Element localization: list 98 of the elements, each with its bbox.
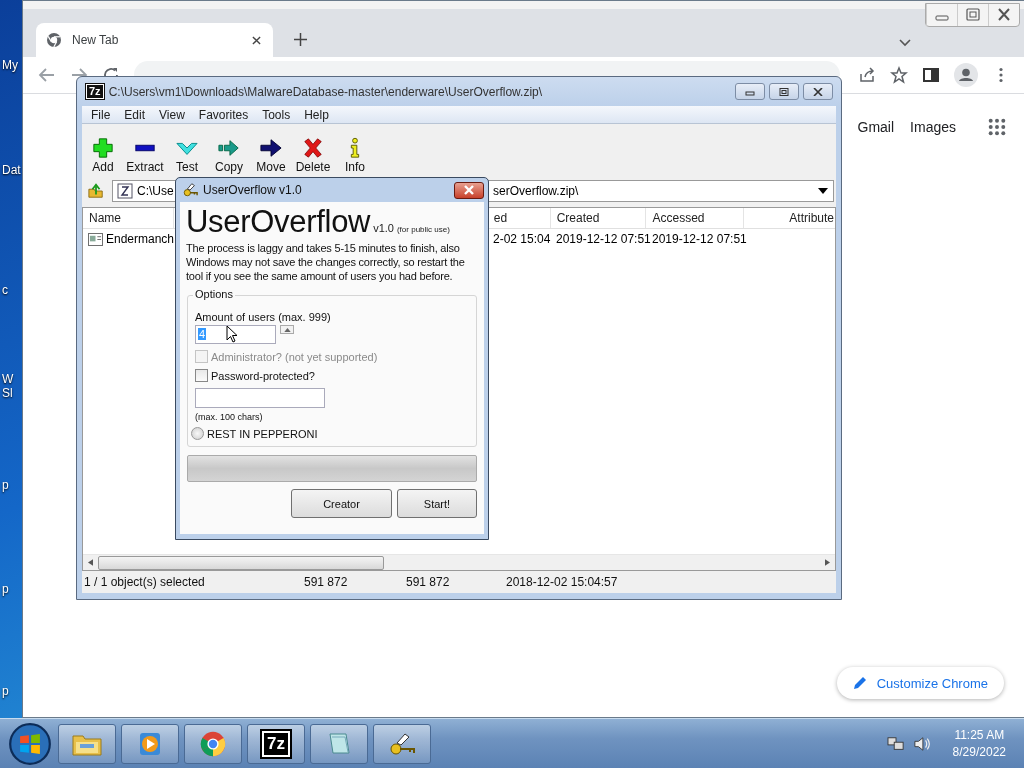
close-icon [812,87,824,96]
toolbar-button[interactable]: Delete [292,137,334,174]
chevron-down-icon[interactable] [899,39,911,47]
password-field[interactable] [195,388,325,408]
side-panel-icon[interactable] [922,66,940,84]
toolbar-button[interactable]: Move [250,137,292,174]
scroll-left-icon[interactable] [88,559,93,566]
desktop-icon-label[interactable]: Dat [2,163,21,177]
close-icon[interactable] [252,35,261,45]
desktop-icon-label[interactable]: Sl [2,386,13,400]
chrome-logo-icon [46,32,62,48]
triangle-up-icon [283,327,291,332]
column-header[interactable]: Name [83,208,174,228]
close-icon [463,185,475,195]
file-icon [88,232,103,246]
network-icon[interactable] [886,735,905,752]
status-bar-text: 2018-12-02 15:04:57 [505,575,619,589]
desktop-icon-label[interactable]: W [2,372,14,386]
taskbar-button[interactable] [184,723,242,764]
chrome-logo-icon [198,729,228,758]
app-heading: UserOverflow [186,204,371,240]
menu-item[interactable]: Tools [262,107,291,122]
field-label: Amount of users (max. 999) [195,311,331,323]
status-bar-text: 591 872 [405,575,451,589]
toolbar-button[interactable]: Copy [208,137,250,174]
taskbar-button[interactable]: 7z [247,723,305,764]
dialog-button[interactable]: Start! [397,489,477,518]
add-icon [92,137,114,159]
desktop-icon-label[interactable]: p [2,582,9,596]
status-bar-text: 1 / 1 object(s) selected [83,575,206,589]
close-button[interactable] [803,83,833,100]
desktop-icon-label[interactable]: p [2,684,9,698]
menu-item[interactable]: Edit [124,107,146,122]
taskbar-button[interactable] [373,723,431,764]
apps-grid-icon[interactable] [988,118,1006,136]
radio-button[interactable] [191,427,204,440]
taskbar-button[interactable] [58,723,116,764]
dialog-title: UserOverflow v1.0 [203,183,303,197]
taskbar-button[interactable] [310,723,368,764]
plus-icon[interactable] [294,33,307,46]
maximize-icon [778,87,790,96]
toolbar-button[interactable]: Extract [124,137,166,174]
customize-chrome-button[interactable]: Customize Chrome [836,667,1004,699]
profile-icon[interactable] [954,63,978,87]
taskbar-button[interactable] [121,723,179,764]
keys-icon [182,182,198,198]
dialog-button[interactable]: Creator [291,489,392,518]
archive-icon [117,183,133,199]
clock-date: 8/29/2022 [952,743,1006,761]
desktop-icon-label[interactable]: c [2,283,8,297]
menu-item[interactable]: Help [304,107,329,122]
start-button[interactable] [8,721,52,766]
description-text: The process is laggy and takes 5-15 minutes to finish, also Windows may not save the changes correctly, so restart the tool if you see the same amount of users you had before. [186,241,466,283]
hint-text: (max. 100 chars) [195,412,263,422]
desktop-icon-label[interactable]: My [2,58,18,72]
desktop-icon-label[interactable]: p [2,478,9,492]
status-bar-text: 591 872 [303,575,349,589]
mouse-pointer-icon [226,325,238,343]
app-logo: 7z [262,730,290,757]
move-icon [260,137,282,159]
star-icon[interactable] [890,66,908,84]
toolbar-button[interactable]: Info [334,137,376,174]
checkbox-label[interactable]: Password-protected? [211,369,315,382]
dropdown-arrow-icon[interactable] [818,188,828,194]
volume-icon[interactable] [912,735,931,752]
tagline: (for public use) [396,225,450,234]
header-link[interactable]: Gmail [857,119,895,135]
app-logo: 7z [86,84,104,99]
menu-item[interactable]: Favorites [198,107,249,122]
version-label: v1.0 [373,222,394,234]
clock[interactable]: 11:25 AM 8/29/2022 [952,726,1006,761]
checkbox[interactable] [195,369,208,382]
window-title: C:\Users\vm1\Downloads\MalwareDatabase-master\enderware\UserOverflow.zip\ [108,84,544,99]
close-button[interactable] [454,181,484,199]
copy-icon [218,137,240,159]
maximize-button[interactable] [769,83,799,100]
scroll-right-icon[interactable] [825,559,830,566]
header-link[interactable]: Images [910,119,956,135]
table-cell-text: 2-02 15:04 [492,232,551,246]
menu-item[interactable]: File [91,107,111,122]
toolbar-button[interactable]: Test [166,137,208,174]
folder-up-arrow-icon [88,183,104,199]
back-icon[interactable] [38,66,56,84]
group-title: Options [193,288,235,300]
browser-tab[interactable]: New Tab [36,23,273,57]
radio-label[interactable]: REST IN PEPPERONI [207,427,318,440]
horizontal-scrollbar[interactable] [83,554,835,570]
toolbar-button[interactable]: Add [82,137,124,174]
clock-time: 11:25 AM [954,726,1005,744]
spin-up-button[interactable] [280,325,294,334]
table-cell: Endermanch [83,232,174,246]
column-header[interactable]: Created [550,208,647,228]
delete-icon [302,137,324,159]
menu-item[interactable]: View [159,107,185,122]
pencil-icon [852,676,867,690]
column-header[interactable]: Attribute [744,208,835,228]
share-icon[interactable] [858,66,876,84]
column-header[interactable]: Accessed [646,208,745,228]
